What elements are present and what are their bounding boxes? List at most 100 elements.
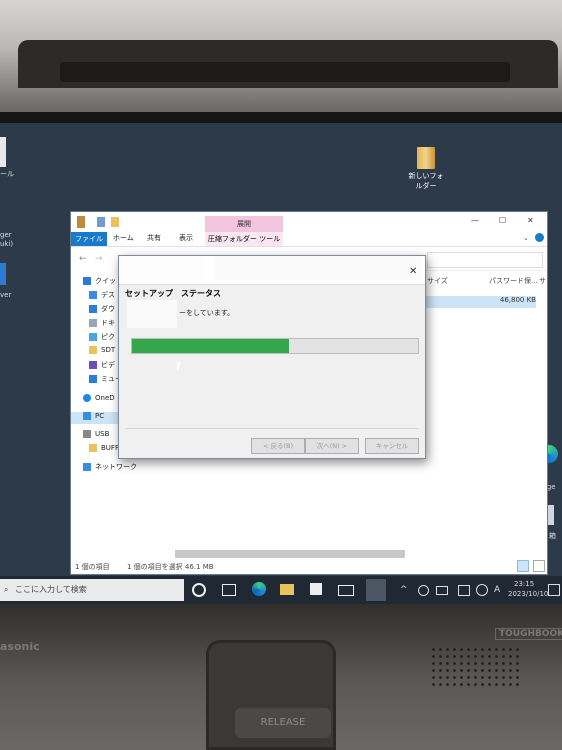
blurred-region: [127, 300, 177, 328]
folder-icon: [89, 346, 97, 354]
blurred-region: [119, 256, 203, 280]
pc-icon: [83, 412, 91, 420]
help-icon[interactable]: [535, 233, 544, 242]
tray-chevron[interactable]: ^: [400, 585, 408, 595]
context-tab-group: 展開: [205, 216, 283, 232]
mouse-cursor-icon: [177, 362, 185, 372]
store-icon[interactable]: [310, 583, 322, 595]
back-arrow-icon[interactable]: ←: [79, 254, 87, 264]
nav-quick-access[interactable]: クイッ: [83, 276, 116, 288]
close-button[interactable]: ✕: [527, 216, 534, 225]
folder-icon: [77, 216, 85, 228]
search-icon: ⌕: [4, 585, 9, 594]
desktop-icon-partial[interactable]: [0, 263, 6, 285]
mail-icon[interactable]: [338, 585, 354, 596]
blurred-region: [215, 256, 421, 280]
dialog-title: セットアップ ステータス: [125, 289, 221, 298]
details-view-icon[interactable]: [517, 560, 529, 572]
nav-downloads[interactable]: ダウ: [89, 304, 115, 316]
nav-pictures[interactable]: ピク: [89, 332, 115, 344]
nav-network[interactable]: ネットワーク: [83, 462, 137, 474]
tab-share[interactable]: 共有: [147, 233, 161, 243]
selection-info: 1 個の項目を選択 46.1 MB: [127, 563, 214, 571]
search-placeholder: ここに入力して検索: [15, 585, 87, 594]
setup-status-dialog: ✕ セットアップ ステータス ーをしています。 < 戻る(B) 次へ(N) > …: [118, 255, 426, 459]
cloud-icon: [83, 394, 91, 402]
tab-view[interactable]: 表示: [179, 233, 193, 243]
progress-bar-fill: [132, 339, 290, 353]
status-bar: 1 個の項目 1 個の項目を選択 46.1 MB: [71, 552, 547, 572]
tiles-view-icon[interactable]: [533, 560, 545, 572]
nav-documents[interactable]: ドキ: [89, 318, 115, 330]
folder-icon: [89, 444, 97, 452]
dialog-close-button[interactable]: ✕: [409, 266, 417, 277]
nav-onedrive[interactable]: OneD: [83, 394, 115, 406]
nav-videos[interactable]: ビデ: [89, 360, 115, 372]
new-folder-icon[interactable]: [111, 217, 119, 227]
battery-icon[interactable]: [458, 585, 470, 596]
item-count: 1 個の項目: [75, 563, 110, 571]
file-list: サイズ パスワード保... サ: [417, 270, 547, 550]
maximize-button[interactable]: ☐: [499, 216, 506, 225]
desktop-icon-partial[interactable]: [0, 137, 6, 167]
nav-sdt[interactable]: SDT: [89, 346, 115, 358]
file-size: 46,800 KB: [499, 296, 536, 304]
speaker-grille: [430, 646, 520, 686]
network-icon: [83, 463, 91, 471]
properties-icon[interactable]: [97, 217, 105, 227]
tab-compressed-folder-tools[interactable]: 圧縮フォルダー ツール: [205, 232, 283, 246]
cancel-button[interactable]: キャンセル: [365, 438, 419, 454]
edge-taskbar-icon[interactable]: [252, 582, 266, 596]
dialog-header: [119, 256, 425, 284]
brand-logo-right: TOUGHBOOK: [495, 628, 562, 640]
tab-file[interactable]: ファイル: [71, 232, 107, 246]
back-button[interactable]: < 戻る(B): [251, 438, 305, 454]
progress-bar: [131, 338, 419, 354]
search-box[interactable]: [427, 252, 543, 268]
tray-app-icon[interactable]: [418, 585, 429, 596]
desktop-icon-label: 新しいフォルダー: [408, 172, 444, 190]
desktop-fragment: ger: [0, 231, 12, 239]
desktop-fragment: uki): [0, 240, 14, 248]
tab-home[interactable]: ホーム: [113, 233, 134, 243]
folder-icon: [417, 147, 435, 169]
task-view-icon[interactable]: [222, 584, 236, 596]
music-icon: [89, 375, 97, 383]
star-icon: [83, 277, 91, 285]
column-header-size[interactable]: サイズ: [427, 276, 448, 286]
desktop-fragment: ール: [0, 170, 14, 178]
file-explorer-taskbar-icon[interactable]: [280, 584, 294, 595]
forward-arrow-icon[interactable]: →: [95, 254, 103, 264]
ribbon-tabs: ファイル ホーム 共有 表示 ⌄: [71, 232, 547, 247]
release-latch[interactable]: RELEASE: [235, 708, 331, 738]
explorer-title-bar: — ☐ ✕: [71, 212, 547, 232]
ime-indicator[interactable]: A: [494, 585, 500, 595]
nav-desktop[interactable]: デス: [89, 290, 115, 302]
selected-file-row[interactable]: 46,800 KB: [421, 296, 536, 308]
download-icon: [89, 305, 97, 313]
notification-icon[interactable]: [548, 584, 560, 596]
video-icon: [89, 361, 97, 369]
cortana-icon[interactable]: [192, 583, 206, 597]
desktop-screen: 新しいフォルダー ール ger uki) ver oft Edge ミ箱 — ☐…: [0, 123, 562, 604]
desktop-new-folder[interactable]: 新しいフォルダー: [406, 147, 446, 191]
document-icon: [89, 319, 97, 327]
minimize-button[interactable]: —: [471, 216, 479, 225]
dialog-separator: [125, 428, 419, 429]
nav-usb[interactable]: USB: [83, 430, 109, 442]
chevron-down-icon[interactable]: ⌄: [523, 234, 529, 242]
column-header-more[interactable]: サ: [539, 276, 546, 286]
tray-app-icon[interactable]: [436, 586, 448, 595]
header-divider: [119, 284, 425, 285]
next-button[interactable]: 次へ(N) >: [305, 438, 359, 454]
network-globe-icon[interactable]: [476, 584, 488, 596]
setup-taskbar-icon[interactable]: [366, 579, 386, 601]
column-header-password[interactable]: パスワード保...: [489, 276, 538, 286]
brand-logo-left: asonic: [0, 640, 40, 653]
desktop-fragment: ver: [0, 291, 12, 299]
clock-time[interactable]: 23:15: [514, 580, 534, 588]
clock-date[interactable]: 2023/10/10: [508, 590, 548, 598]
setup-status-text: ーをしています。: [179, 309, 235, 317]
picture-icon: [89, 333, 97, 341]
taskbar-search-box[interactable]: ⌕ ここに入力して検索: [0, 579, 184, 601]
